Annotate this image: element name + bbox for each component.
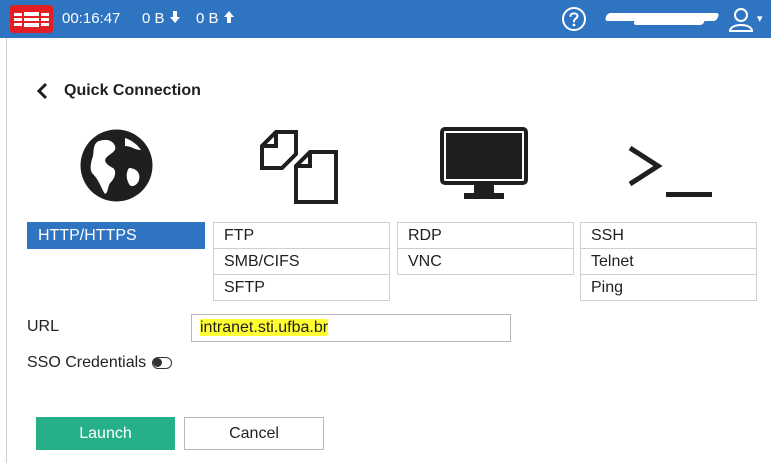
top-bar: 00:16:47 0 B 0 B ▾ xyxy=(0,0,771,38)
received-value: 0 B xyxy=(142,10,165,27)
session-timer: 00:16:47 xyxy=(62,10,121,27)
chevron-left-icon xyxy=(36,82,48,100)
cancel-button[interactable]: Cancel xyxy=(184,417,324,450)
panel-border xyxy=(6,38,7,463)
option-rdp[interactable]: RDP xyxy=(397,222,574,249)
username-redacted[interactable] xyxy=(604,13,720,21)
chevron-down-icon[interactable]: ▾ xyxy=(757,12,763,25)
option-sftp[interactable]: SFTP xyxy=(213,274,390,301)
option-ftp[interactable]: FTP xyxy=(213,222,390,249)
arrow-up-icon xyxy=(223,11,234,23)
monitor-icon xyxy=(440,127,528,199)
globe-icon xyxy=(80,129,153,202)
url-label: URL xyxy=(27,318,60,335)
option-telnet[interactable]: Telnet xyxy=(580,248,757,275)
sso-label: SSO Credentials xyxy=(27,354,147,371)
terminal-icon xyxy=(628,145,712,197)
files-icon xyxy=(260,130,338,204)
option-vnc[interactable]: VNC xyxy=(397,248,574,275)
option-ping[interactable]: Ping xyxy=(580,274,757,301)
help-icon[interactable] xyxy=(561,6,587,32)
sent-bytes: 0 B xyxy=(196,10,236,27)
option-ssh[interactable]: SSH xyxy=(580,222,757,249)
arrow-down-icon xyxy=(169,11,180,23)
option-smb-cifs[interactable]: SMB/CIFS xyxy=(213,248,390,275)
sso-toggle[interactable] xyxy=(152,357,173,369)
sent-value: 0 B xyxy=(196,10,219,27)
user-icon[interactable] xyxy=(727,5,755,33)
launch-button[interactable]: Launch xyxy=(36,417,175,450)
received-bytes: 0 B xyxy=(142,10,182,27)
page-title: Quick Connection xyxy=(64,82,201,99)
option-http-https[interactable]: HTTP/HTTPS xyxy=(27,222,205,249)
url-value: intranet.sti.ufba.br xyxy=(200,319,329,336)
fortinet-logo-icon xyxy=(10,5,53,33)
url-input[interactable]: intranet.sti.ufba.br xyxy=(191,314,511,342)
back-link[interactable]: Quick Connection xyxy=(36,82,201,100)
sso-credentials: SSO Credentials xyxy=(27,354,173,372)
